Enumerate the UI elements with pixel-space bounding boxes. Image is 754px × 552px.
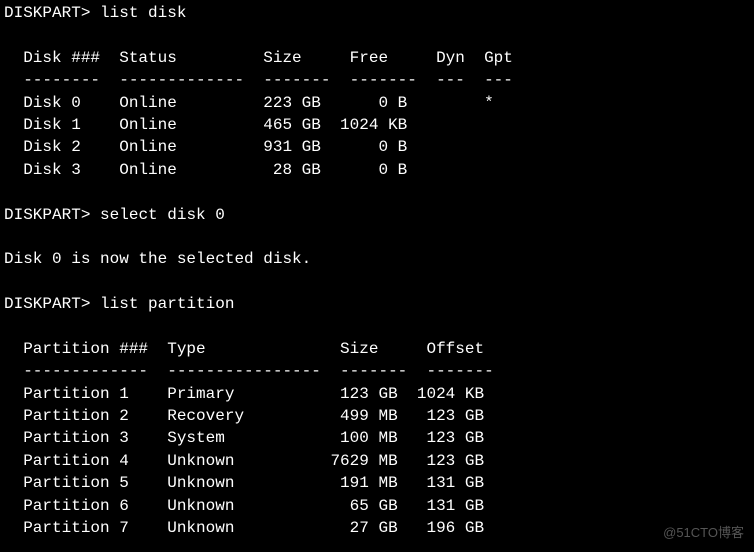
prompt-label: DISKPART> — [4, 206, 90, 224]
partition-row: Partition 1 Primary 123 GB 1024 KB — [0, 383, 754, 405]
disk-row: Disk 3 Online 28 GB 0 B — [0, 159, 754, 181]
partition-row: Partition 3 System 100 MB 123 GB — [0, 427, 754, 449]
prompt-line-2[interactable]: DISKPART> select disk 0 — [0, 204, 754, 226]
prompt-line-3[interactable]: DISKPART> list partition — [0, 293, 754, 315]
partition-row: Partition 7 Unknown 27 GB 196 GB — [0, 517, 754, 539]
prompt-line-1[interactable]: DISKPART> list disk — [0, 2, 754, 24]
partition-row: Partition 6 Unknown 65 GB 131 GB — [0, 495, 754, 517]
partition-table-header: Partition ### Type Size Offset — [0, 338, 754, 360]
command-text: select disk 0 — [100, 206, 225, 224]
blank-line — [0, 181, 754, 203]
prompt-label: DISKPART> — [4, 4, 90, 22]
partition-table-separator: ------------- ---------------- ------- -… — [0, 360, 754, 382]
partition-row: Partition 4 Unknown 7629 MB 123 GB — [0, 450, 754, 472]
disk-row: Disk 2 Online 931 GB 0 B — [0, 136, 754, 158]
select-response: Disk 0 is now the selected disk. — [0, 248, 754, 270]
blank-line — [0, 271, 754, 293]
blank-line — [0, 226, 754, 248]
prompt-label: DISKPART> — [4, 295, 90, 313]
disk-table-separator: -------- ------------- ------- ------- -… — [0, 69, 754, 91]
disk-row: Disk 1 Online 465 GB 1024 KB — [0, 114, 754, 136]
command-text: list disk — [100, 4, 186, 22]
partition-row: Partition 2 Recovery 499 MB 123 GB — [0, 405, 754, 427]
blank-line — [0, 315, 754, 337]
disk-table-header: Disk ### Status Size Free Dyn Gpt — [0, 47, 754, 69]
partition-row: Partition 5 Unknown 191 MB 131 GB — [0, 472, 754, 494]
watermark: @51CTO博客 — [663, 524, 744, 542]
command-text: list partition — [100, 295, 234, 313]
blank-line — [0, 24, 754, 46]
disk-row: Disk 0 Online 223 GB 0 B * — [0, 92, 754, 114]
